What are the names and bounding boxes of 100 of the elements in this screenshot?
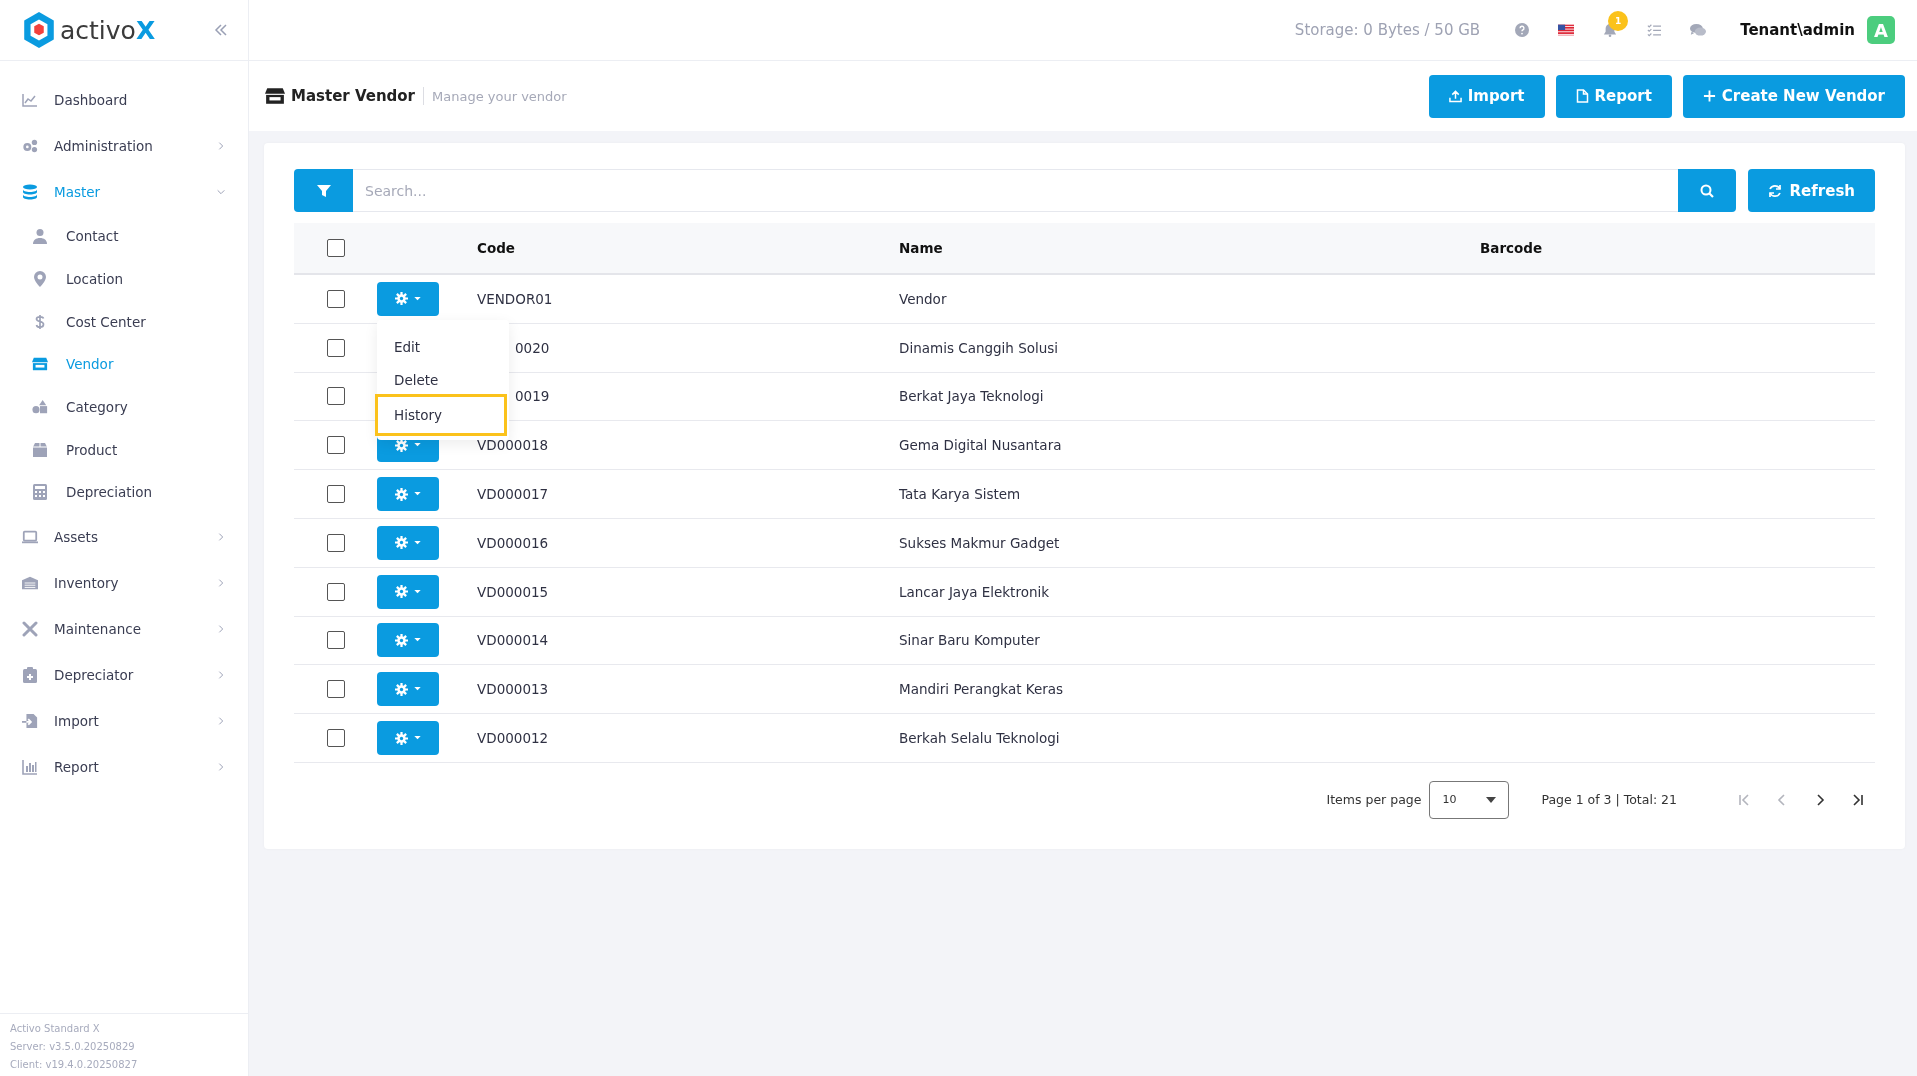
version-text: Activo Standard X — [10, 1022, 101, 1036]
tools-icon — [22, 620, 38, 637]
row-actions-button[interactable] — [377, 623, 439, 658]
row-actions-button[interactable] — [377, 525, 439, 560]
column-header: Code — [477, 240, 516, 256]
menu-item[interactable]: Delete — [375, 360, 507, 394]
version-text: Server: v3.5.0.20250829 — [10, 1040, 136, 1054]
user-name[interactable]: Tenant\admin — [1740, 21, 1855, 39]
column-header: Barcode — [1480, 240, 1544, 256]
table-cell-text: VD000012 — [477, 730, 550, 747]
menu-item[interactable]: History — [375, 393, 507, 436]
row-actions-button[interactable] — [377, 477, 439, 512]
table-cell-text: VD000017 — [477, 486, 550, 503]
chat-icon[interactable] — [1690, 23, 1707, 37]
flag-icon[interactable] — [1558, 23, 1575, 37]
table-cell-text: Sinar Baru Komputer — [899, 632, 1041, 649]
column-header: Name — [899, 240, 944, 256]
row-actions-button[interactable] — [377, 574, 439, 609]
row-checkbox[interactable] — [326, 631, 345, 650]
row-checkbox[interactable] — [326, 387, 345, 406]
logo-icon — [22, 11, 56, 49]
table-cell-text: VD000013 — [477, 681, 550, 698]
gear-icon — [395, 633, 408, 647]
row-checkbox[interactable] — [326, 436, 345, 455]
table-cell-text: VD000014 — [477, 632, 550, 649]
sidebar-subitem[interactable]: Contact — [0, 215, 248, 258]
sidebar-subitem[interactable]: Depreciation — [0, 471, 248, 514]
caret-icon — [414, 443, 421, 448]
table-cell-text: VD000018 — [477, 437, 550, 454]
caret-icon — [414, 296, 421, 301]
table-cell-text: Lancar Jaya Elektronik — [899, 583, 1051, 600]
last-page-icon[interactable] — [1851, 792, 1865, 807]
search-field[interactable]: Search... — [353, 169, 1678, 212]
select-all-checkbox[interactable] — [326, 239, 345, 257]
page-size-select[interactable]: 10 — [1429, 780, 1510, 819]
sidebar-subitem[interactable]: Category — [0, 385, 248, 429]
table-cell-text: 0019 — [514, 388, 551, 405]
row-actions-button[interactable] — [377, 281, 439, 316]
bar-chart-icon — [22, 758, 38, 775]
sidebar-item[interactable]: Dashboard — [0, 77, 248, 123]
caret-icon — [414, 540, 421, 545]
gear-icon — [395, 536, 408, 550]
row-checkbox[interactable] — [326, 485, 345, 504]
gear-icon — [395, 487, 408, 501]
double-chevron-icon — [214, 24, 228, 36]
gear-icon — [395, 731, 408, 745]
row-checkbox[interactable] — [326, 533, 345, 552]
chart-icon — [22, 92, 38, 108]
brand-name: activoX — [60, 15, 156, 45]
table-cell-text: Tata Karya Sistem — [899, 486, 1022, 503]
search-icon — [1699, 183, 1714, 198]
caret-icon — [414, 589, 421, 594]
calculator-icon — [32, 484, 48, 501]
filter-icon — [316, 183, 331, 198]
table-cell-text: Vendor — [899, 290, 948, 307]
sidebar-subitem[interactable]: Cost Center — [0, 300, 248, 344]
sidebar-item[interactable]: Assets — [0, 513, 248, 560]
sidebar-item[interactable]: Administration — [0, 123, 248, 169]
gear-icon — [395, 682, 408, 696]
menu-item[interactable]: Edit — [375, 327, 507, 361]
storefront-icon — [265, 87, 285, 105]
sidebar-item[interactable]: Report — [0, 743, 248, 790]
row-checkbox[interactable] — [326, 582, 345, 601]
caret-icon — [414, 736, 421, 741]
caret-icon — [414, 638, 421, 643]
sidebar-item[interactable]: Import — [0, 697, 248, 744]
filter-button[interactable] — [294, 169, 353, 212]
sidebar-subitem[interactable]: Location — [0, 257, 248, 301]
row-actions-button[interactable] — [377, 672, 439, 707]
row-actions-button[interactable] — [377, 721, 439, 756]
warehouse-icon — [22, 574, 38, 591]
sidebar-subitem[interactable]: Product — [0, 428, 248, 472]
gears-icon — [22, 138, 38, 154]
database-icon — [22, 184, 38, 200]
row-checkbox[interactable] — [326, 338, 345, 357]
row-checkbox[interactable] — [326, 729, 345, 748]
table-cell-text: Mandiri Perangkat Keras — [899, 681, 1065, 698]
sidebar-item[interactable]: Maintenance — [0, 605, 248, 652]
checklist-icon[interactable] — [1646, 23, 1663, 37]
refresh-icon — [1767, 183, 1782, 198]
table-cell-text: Gema Digital Nusantara — [899, 437, 1063, 454]
gear-icon — [395, 585, 408, 599]
items-per-page-label: Items per page — [1326, 792, 1422, 808]
version-text: Client: v19.4.0.20250827 — [10, 1058, 139, 1072]
table-cell-text: Berkah Selalu Teknologi — [899, 730, 1061, 747]
document-icon — [1575, 89, 1589, 103]
storefront-icon — [32, 356, 48, 373]
search-button[interactable] — [1677, 169, 1736, 212]
caret-icon — [414, 492, 421, 497]
help-icon[interactable] — [1514, 23, 1531, 37]
caret-icon — [1486, 796, 1497, 803]
box-icon — [32, 441, 48, 458]
table-cell-text: Sukses Makmur Gadget — [899, 534, 1061, 551]
row-checkbox[interactable] — [326, 289, 345, 308]
sidebar-item[interactable]: Inventory — [0, 559, 248, 606]
sidebar-item[interactable]: Depreciator — [0, 651, 248, 698]
table-cell-text: Dinamis Canggih Solusi — [899, 339, 1060, 356]
collapse-button[interactable] — [214, 24, 228, 36]
notification-badge: 1 — [1608, 11, 1629, 31]
row-checkbox[interactable] — [326, 680, 345, 699]
